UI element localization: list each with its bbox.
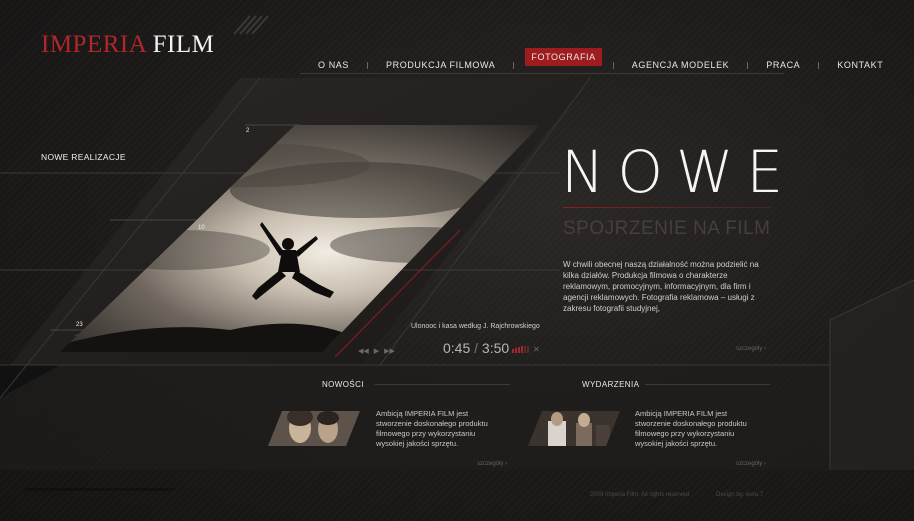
main-nav: O NAS PRODUKCJA FILMOWA FOTOGRAFIA AGENC… [308, 48, 893, 74]
nav-item-fotografia[interactable]: FOTOGRAFIA [525, 48, 602, 66]
nav-separator [818, 61, 820, 69]
events-more-link[interactable]: szczegóły › [736, 461, 766, 467]
nav-separator [747, 61, 749, 69]
close-icon[interactable]: ✕ [533, 345, 540, 354]
nav-separator [612, 61, 614, 69]
logo-part-film: FILM [152, 31, 215, 58]
hero-headline: NOWE [561, 138, 797, 206]
next-icon[interactable]: ▶▶ [384, 347, 395, 355]
footer-copyright: 2009 Imperia Film. All rights reserved [590, 492, 690, 498]
hero-more-link[interactable]: szczegóły › [736, 346, 766, 352]
footer-design-credit[interactable]: Design by: eura 7 [716, 492, 763, 498]
page: IMPERIA FILM O NAS PRODUKCJA FILMOWA FOT… [0, 0, 914, 521]
player-controls: ◀◀ ▶ ▶▶ [358, 347, 395, 355]
nav-separator [367, 61, 369, 69]
photo-caption: Ulonooc i kasa według J. Rajchrowskiego [411, 323, 540, 330]
time-current: 0:45 [443, 340, 471, 356]
events-rule [645, 384, 770, 385]
player-timer: 0:45 / 3:50 [443, 340, 509, 356]
events-text: Ambicją IMPERIA FILM jest stworzenie dos… [635, 409, 747, 448]
news-title: NOWOŚCI [322, 380, 364, 389]
volume-icon[interactable] [512, 346, 529, 353]
prev-icon[interactable]: ◀◀ [358, 347, 369, 355]
site-logo[interactable]: IMPERIA FILM [41, 31, 214, 59]
news-rule [375, 384, 510, 385]
news-text: Ambicją IMPERIA FILM jest stworzenie dos… [376, 409, 488, 448]
footer-decor [25, 488, 175, 491]
section-label-new-projects: NOWE REALIZACJE [41, 152, 126, 162]
nav-item-o-nas[interactable]: O NAS [308, 60, 359, 70]
nav-item-praca[interactable]: PRACA [756, 60, 810, 70]
news-thumbnail[interactable] [268, 411, 360, 446]
time-separator: / [474, 340, 479, 356]
nav-divider [300, 73, 784, 74]
play-icon[interactable]: ▶ [374, 347, 379, 355]
events-thumbnail[interactable] [528, 411, 620, 446]
logo-part-imperia: IMPERIA [41, 31, 146, 58]
events-title: WYDARZENIA [582, 380, 640, 389]
hero-description: W chwili obecnej naszą działalność można… [563, 260, 759, 313]
news-more-link[interactable]: szczegóły › [477, 461, 507, 467]
slide-number-active[interactable]: 10 [198, 225, 205, 231]
time-total: 3:50 [481, 340, 510, 356]
hero-subhead: SPOJRZENIE NA FILM [563, 218, 771, 239]
nav-item-agencja-modelek[interactable]: AGENCJA MODELEK [622, 60, 740, 70]
slide-number[interactable]: 2 [246, 128, 249, 134]
nav-separator [513, 61, 515, 69]
nav-item-produkcja-filmowa[interactable]: PRODUKCJA FILMOWA [376, 60, 505, 70]
headline-rule [563, 207, 771, 208]
slide-number[interactable]: 23 [76, 322, 83, 328]
nav-item-kontakt[interactable]: KONTAKT [827, 60, 893, 70]
